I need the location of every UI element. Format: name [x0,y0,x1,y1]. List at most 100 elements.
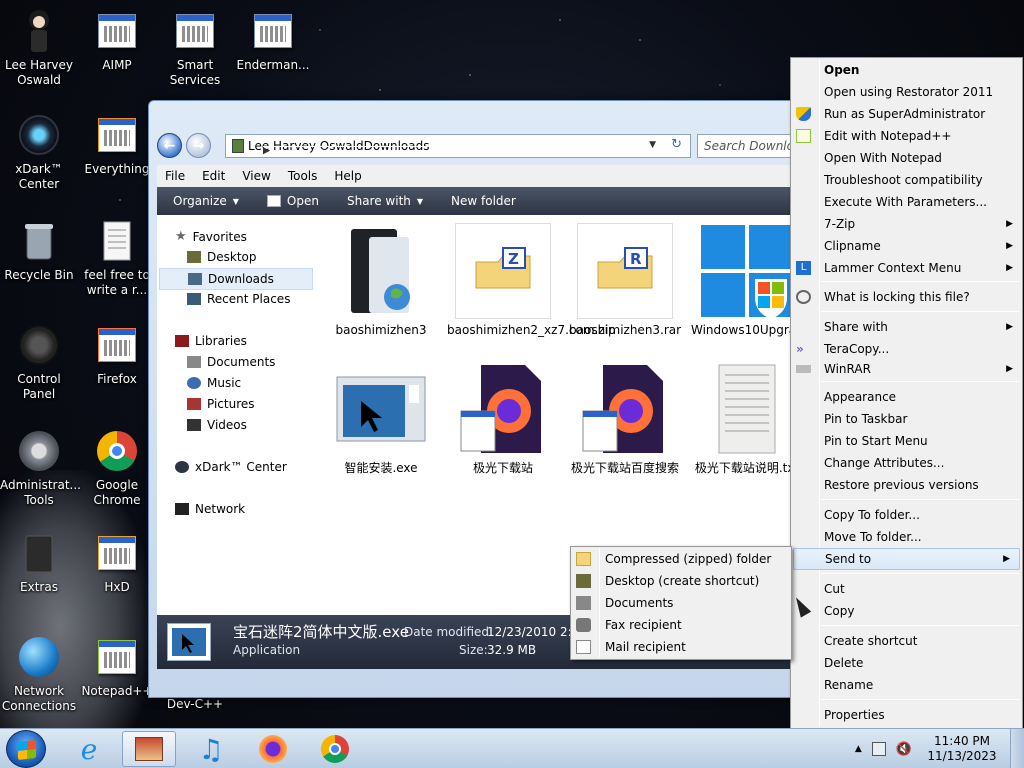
address-bar[interactable]: ▶ Lee Harvey Oswald ▶ Downloads ▶ ▼ ↻ [225,134,691,158]
nav-documents[interactable]: Documents [187,355,275,369]
nav-favorites[interactable]: ★ Favorites [175,229,247,244]
file-item[interactable]: Z baoshimizhen2_xz7.com.zip [447,223,616,338]
desktop-icon-xdark-center[interactable]: xDark™ Center [0,112,78,192]
menu-item-lammer[interactable]: L Lammer Context Menu ▶ [791,257,1022,279]
nav-music[interactable]: Music [187,376,241,390]
tray-expand-icon[interactable]: ▲ [855,744,862,754]
send-to-desktop[interactable]: Desktop (create shortcut) [571,570,791,592]
menu-edit[interactable]: Edit [202,169,225,183]
desktop-icon-admin-tools[interactable]: Administrat... Tools [0,428,81,508]
nav-libraries[interactable]: Libraries [175,334,247,348]
menu-tools[interactable]: Tools [288,169,318,183]
desktop-icon-google-chrome[interactable]: Google Chrome [78,428,156,508]
start-button[interactable] [6,730,46,768]
volume-muted-icon[interactable]: 🔇 [896,742,912,757]
menu-item-move-to-folder[interactable]: Move To folder... [791,526,1022,548]
address-dropdown-icon[interactable]: ▼ [649,140,656,150]
menu-file[interactable]: File [165,169,185,183]
open-button[interactable]: Open [266,194,319,208]
clock[interactable]: 11:40 PM 11/13/2023 [926,734,998,764]
nav-recent-places[interactable]: Recent Places [187,292,290,306]
desktop-icon-recycle-bin[interactable]: Recycle Bin [0,218,78,283]
taskbar-explorer[interactable] [122,731,176,767]
menu-item-open-notepad[interactable]: Open With Notepad [791,147,1022,169]
menu-item-open-restorator[interactable]: Open using Restorator 2011 [791,81,1022,103]
nav-videos[interactable]: Videos [187,418,247,432]
menu-item-copy[interactable]: Copy [791,600,1022,622]
forward-button[interactable]: → [186,133,211,158]
menu-item-troubleshoot[interactable]: Troubleshoot compatibility [791,169,1022,191]
desktop-icon-control-panel[interactable]: Control Panel [0,322,78,402]
menu-item-teracopy[interactable]: » TeraCopy... [791,338,1022,360]
desktop-icon-network-connections[interactable]: Network Connections [0,634,78,714]
share-with-button[interactable]: Share with ▼ [347,194,423,208]
refresh-icon[interactable]: ↻ [671,137,682,152]
taskbar-music-player[interactable]: ♫ [184,731,238,767]
desktop-icon-everything[interactable]: Everything [78,112,156,177]
submenu-arrow-icon: ▶ [1003,554,1010,564]
nav-xdark-center[interactable]: xDark™ Center [175,460,287,474]
search-input[interactable]: Search Downloads [697,134,797,158]
send-to-fax[interactable]: Fax recipient [571,614,791,636]
new-folder-button[interactable]: New folder [451,194,516,208]
menu-item-properties[interactable]: Properties [791,704,1022,726]
file-item[interactable]: 极光下载站说明.txt [691,361,797,476]
taskbar-chrome[interactable] [308,731,362,767]
desktop-icon-firefox[interactable]: Firefox [78,322,156,387]
send-to-mail[interactable]: Mail recipient [571,636,791,658]
desktop-icon-smart-services[interactable]: Smart Services [156,8,234,88]
menu-item-copy-to-folder[interactable]: Copy To folder... [791,504,1022,526]
desktop-icon-user-folder[interactable]: Lee Harvey Oswald [0,8,78,88]
menu-item-create-shortcut[interactable]: Create shortcut [791,630,1022,652]
file-item[interactable]: Windows10Upgrade9252.exe [691,223,797,338]
menu-item-pin-taskbar[interactable]: Pin to Taskbar [791,408,1022,430]
nav-network[interactable]: Network [175,502,245,516]
desktop-icon-label: Google Chrome [93,478,141,507]
menu-item-restore-versions[interactable]: Restore previous versions [791,474,1022,496]
menu-item-what-is-locking[interactable]: What is locking this file? [791,286,1022,308]
menu-item-share-with[interactable]: Share with ▶ [791,316,1022,338]
menu-item-cut[interactable]: Cut [791,578,1022,600]
menu-item-rename[interactable]: Rename [791,674,1022,696]
menu-item-pin-start[interactable]: Pin to Start Menu [791,430,1022,452]
file-item[interactable]: 极光下载站 [447,361,559,476]
menu-item-run-superadmin[interactable]: Run as SuperAdministrator [791,103,1022,125]
desktop-icon-enderman[interactable]: Enderman... [234,8,312,73]
organize-button[interactable]: Organize ▼ [173,194,239,208]
menu-item-edit-notepadpp[interactable]: Edit with Notepad++ [791,125,1022,147]
menu-item-change-attributes[interactable]: Change Attributes... [791,452,1022,474]
desktop-icon-text-note[interactable]: feel free to write a r... [78,218,156,298]
menu-help[interactable]: Help [334,169,361,183]
menu-item-appearance[interactable]: Appearance [791,386,1022,408]
desktop-icon-extras[interactable]: Extras [0,530,78,595]
send-to-compressed-folder[interactable]: Compressed (zipped) folder [571,548,791,570]
file-item[interactable]: 极光下载站百度搜索 [569,361,681,476]
desktop-icon-label: Notepad++ [81,684,153,698]
menu-item-execute-params[interactable]: Execute With Parameters... [791,191,1022,213]
file-item[interactable]: R baoshimizhen3.rar [569,223,681,338]
selected-file-icon [167,623,211,661]
menu-item-clipname[interactable]: Clipname ▶ [791,235,1022,257]
nav-downloads[interactable]: Downloads [159,268,313,290]
file-item[interactable]: 智能安装.exe [325,361,437,476]
menu-view[interactable]: View [242,169,270,183]
back-button[interactable]: ← [157,133,182,158]
taskbar-firefox[interactable] [246,731,300,767]
menu-item-7zip[interactable]: 7-Zip ▶ [791,213,1022,235]
menu-item-open[interactable]: Open [791,59,1022,81]
desktop-icon-dev-cpp[interactable]: Dev-C++ [156,697,234,712]
menu-item-send-to[interactable]: Send to ▶ [793,548,1020,570]
network-tray-icon[interactable] [871,742,886,756]
menu-item-delete[interactable]: Delete [791,652,1022,674]
teracopy-icon: » [796,342,804,356]
nav-desktop[interactable]: Desktop [187,250,257,264]
send-to-documents[interactable]: Documents [571,592,791,614]
nav-pictures[interactable]: Pictures [187,397,255,411]
desktop-icon-hxd[interactable]: HxD [78,530,156,595]
taskbar-internet-explorer[interactable]: e [62,731,116,767]
menu-item-winrar[interactable]: WinRAR ▶ [791,358,1022,380]
file-item[interactable]: baoshimizhen3 [325,223,437,338]
desktop-icon-notepad-plus-plus[interactable]: Notepad++ [78,634,156,699]
desktop-icon-aimp[interactable]: AIMP [78,8,156,73]
show-desktop-button[interactable] [1010,729,1024,768]
